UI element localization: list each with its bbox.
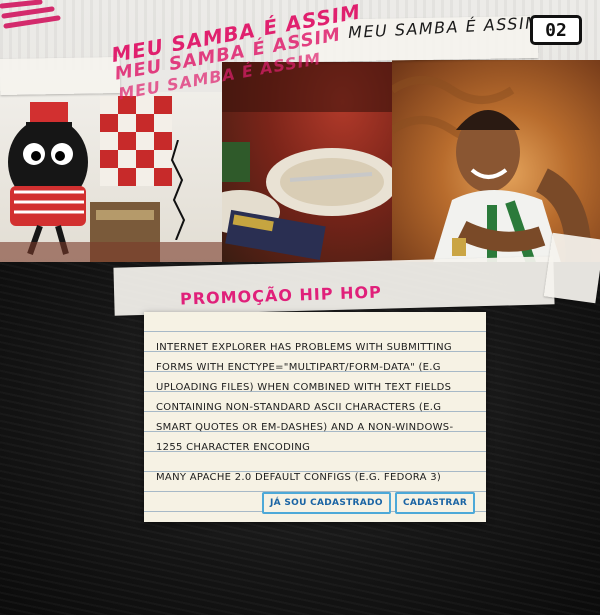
page-canvas: MEU SAMBA É ASSIM MEU SAMBA É ASSIM MEU …	[0, 0, 600, 615]
logo-badge: 02	[530, 15, 582, 45]
info-paragraph: Internet Explorer has problems with subm…	[156, 342, 454, 453]
tape-strip	[0, 56, 121, 96]
scrawl-mark	[170, 140, 186, 240]
info-paragraph: Many Apache 2.0 default configs (e.g. Fe…	[156, 472, 442, 483]
scribble-mark	[0, 0, 61, 29]
tape-strip	[543, 232, 600, 304]
register-button[interactable]: CADASTRAR	[395, 492, 476, 514]
info-card: Internet Explorer has problems with subm…	[144, 312, 486, 522]
already-registered-button[interactable]: JÁ SOU CADASTRADO	[262, 492, 391, 514]
